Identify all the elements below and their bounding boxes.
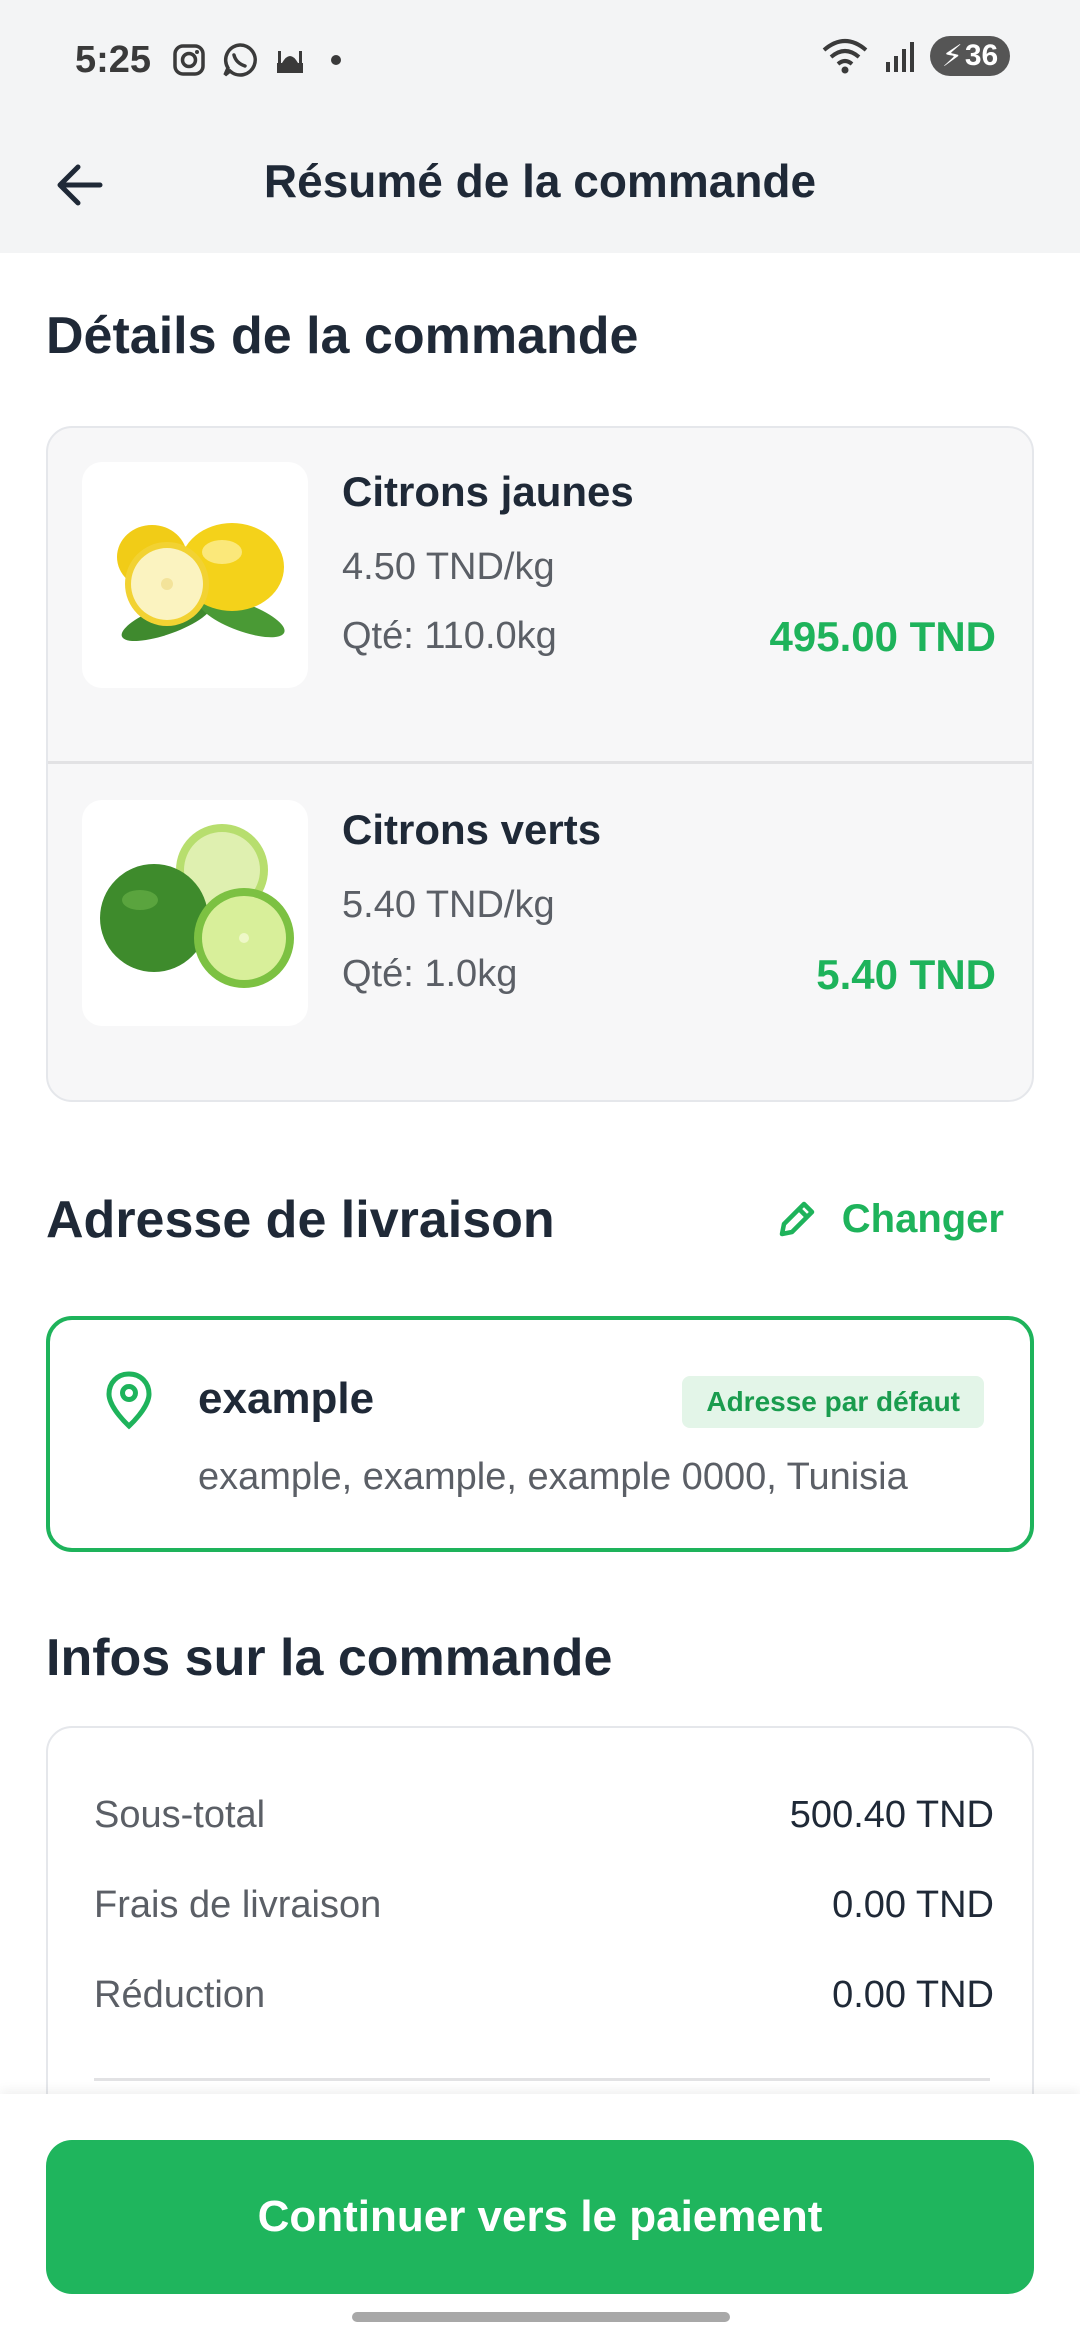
order-details-title: Détails de la commande — [46, 307, 639, 365]
order-item: Citrons jaunes 4.50 TND/kg Qté: 110.0kg … — [48, 428, 1032, 764]
system-icons: ⚡ 36 — [820, 36, 1010, 76]
order-item: Citrons verts 5.40 TND/kg Qté: 1.0kg 5.4… — [48, 766, 1032, 1100]
whatsapp-icon — [223, 43, 257, 77]
item-quantity: Qté: 110.0kg — [342, 615, 557, 657]
subtotal-label: Sous-total — [94, 1794, 266, 1836]
lemon-illustration — [117, 523, 285, 642]
dot-icon — [331, 55, 342, 65]
bottom-action-bar: Continuer vers le paiement — [0, 2094, 1080, 2340]
page-title: Résumé de la commande — [263, 155, 817, 207]
app-bar: Résumé de la commande — [0, 120, 1080, 253]
charging-icon: ⚡ — [941, 39, 963, 73]
home-indicator[interactable] — [352, 2312, 730, 2322]
battery-level: 36 — [964, 39, 999, 72]
item-name: Citrons verts — [342, 806, 602, 853]
delivery-fee-value: 0.00 TND — [832, 1884, 994, 1926]
order-info-title: Infos sur la commande — [46, 1629, 613, 1687]
subtotal-value: 500.40 TND — [789, 1794, 994, 1836]
instagram-icon — [173, 44, 205, 76]
discount-label: Réduction — [94, 1974, 266, 2016]
wifi-icon — [822, 39, 868, 74]
change-address-button[interactable]: Changer — [774, 1196, 1004, 1242]
continue-to-payment-button[interactable]: Continuer vers le paiement — [46, 2140, 1034, 2294]
lime-illustration — [100, 824, 294, 988]
signal-icon — [886, 42, 914, 72]
arrow-left-icon — [57, 164, 103, 206]
subtotal-row: Sous-total 500.40 TND — [94, 1794, 994, 1854]
back-button[interactable] — [40, 145, 120, 225]
product-image-green-limes — [82, 800, 308, 1026]
battery-indicator: ⚡ 36 — [930, 36, 1010, 76]
divider — [94, 2078, 990, 2081]
notification-icons — [171, 41, 351, 79]
address-card[interactable]: example Adresse par défaut example, exam… — [46, 1316, 1034, 1552]
default-address-badge: Adresse par défaut — [682, 1376, 984, 1428]
discount-value: 0.00 TND — [832, 1974, 994, 2016]
location-pin-icon — [106, 1371, 152, 1430]
delivery-fee-label: Frais de livraison — [94, 1884, 382, 1926]
product-image-yellow-lemons — [82, 462, 308, 688]
address-header: Adresse de livraison Changer — [46, 1190, 1034, 1260]
item-unit-price: 4.50 TND/kg — [342, 546, 555, 588]
delivery-fee-row: Frais de livraison 0.00 TND — [94, 1884, 994, 1944]
item-unit-price: 5.40 TND/kg — [342, 884, 555, 926]
discount-row: Réduction 0.00 TND — [94, 1974, 994, 2034]
address-line: example, example, example 0000, Tunisia — [198, 1456, 908, 1498]
order-items-card: Citrons jaunes 4.50 TND/kg Qté: 110.0kg … — [46, 426, 1034, 1102]
item-quantity: Qté: 1.0kg — [342, 953, 518, 995]
item-total: 5.40 TND — [816, 951, 996, 998]
status-bar: 5:25 ⚡ 36 — [0, 0, 1080, 120]
item-total: 495.00 TND — [769, 613, 996, 660]
address-name: example — [198, 1374, 375, 1423]
pencil-icon — [779, 1201, 814, 1237]
delivery-address-title: Adresse de livraison — [46, 1191, 555, 1249]
change-address-label: Changer — [841, 1196, 1004, 1241]
status-time: 5:25 — [75, 38, 152, 81]
item-name: Citrons jaunes — [342, 468, 634, 515]
mosque-icon — [277, 51, 304, 73]
